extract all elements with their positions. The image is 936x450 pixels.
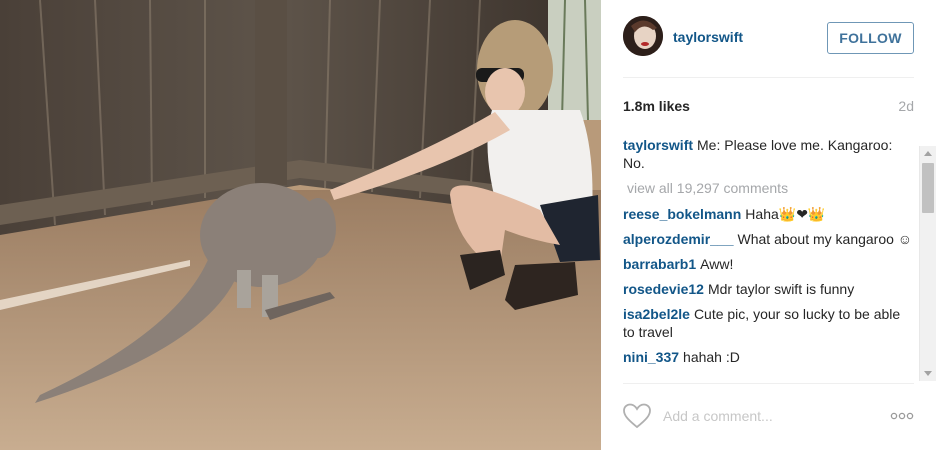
post-photo-image xyxy=(0,0,601,450)
comment-text: Aww! xyxy=(700,256,734,272)
comment-username[interactable]: alperozdemir___ xyxy=(623,231,734,247)
heart-icon[interactable] xyxy=(623,403,651,429)
comment-item: reese_bokelmann Haha👑❤👑 xyxy=(623,205,914,223)
caption-username[interactable]: taylorswift xyxy=(623,137,693,153)
view-all-comments-link[interactable]: view all 19,297 comments xyxy=(627,179,914,197)
comment-username[interactable]: barrabarb1 xyxy=(623,256,696,272)
comment-item: nini_337 hahah :D xyxy=(623,348,914,366)
comment-item: isa2bel2le Cute pic, your so lucky to be … xyxy=(623,305,914,341)
comment-text: hahah :D xyxy=(683,349,740,365)
likes-row: 1.8m likes 2d xyxy=(623,98,914,118)
comment-item: barrabarb1 Aww! xyxy=(623,255,914,273)
scroll-down-arrow-icon[interactable] xyxy=(924,371,932,376)
comment-item: alperozdemir___ What about my kangaroo ☺ xyxy=(623,230,914,248)
post-header: taylorswift FOLLOW xyxy=(623,16,914,60)
avatar[interactable] xyxy=(623,16,663,56)
caption: taylorswift Me: Please love me. Kangaroo:… xyxy=(623,136,914,172)
divider xyxy=(623,383,914,384)
more-options-icon[interactable] xyxy=(890,411,914,421)
scroll-up-arrow-icon[interactable] xyxy=(924,151,932,156)
comment-item: rosedevie12 Mdr taylor swift is funny xyxy=(623,280,914,298)
post-author-username[interactable]: taylorswift xyxy=(673,29,743,45)
scrollbar-thumb[interactable] xyxy=(922,163,934,213)
add-comment-input[interactable] xyxy=(663,404,873,428)
comment-username[interactable]: nini_337 xyxy=(623,349,679,365)
likes-count[interactable]: 1.8m likes xyxy=(623,98,690,114)
comment-text: What about my kangaroo ☺ xyxy=(737,231,913,247)
comment-bar xyxy=(623,400,914,434)
comment-username[interactable]: reese_bokelmann xyxy=(623,206,741,222)
comments-scrollbar[interactable] xyxy=(919,146,936,381)
comment-text: Mdr taylor swift is funny xyxy=(707,281,855,297)
comment-username[interactable]: rosedevie12 xyxy=(623,281,704,297)
follow-button[interactable]: FOLLOW xyxy=(827,22,914,54)
post-time[interactable]: 2d xyxy=(898,98,914,114)
avatar-image xyxy=(623,16,663,56)
post-details-panel: taylorswift FOLLOW 1.8m likes 2d taylors… xyxy=(601,0,936,450)
comment-username[interactable]: isa2bel2le xyxy=(623,306,690,322)
comment-text: Haha👑❤👑 xyxy=(745,206,826,222)
post-photo[interactable] xyxy=(0,0,601,450)
divider xyxy=(623,77,914,78)
comments-list: taylorswift Me: Please love me. Kangaroo:… xyxy=(623,136,914,382)
